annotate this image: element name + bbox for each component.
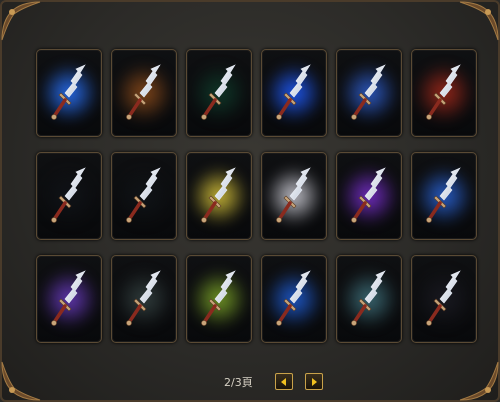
weapon-skin-card[interactable]: [36, 255, 102, 343]
weapon-skin-card[interactable]: [261, 49, 327, 137]
weapon-skin-card[interactable]: [111, 255, 177, 343]
sword-icon: [126, 167, 161, 223]
sword-icon: [126, 64, 161, 120]
weapon-skin-card[interactable]: [261, 255, 327, 343]
sword-icon: [51, 270, 86, 326]
weapon-skin-card[interactable]: [411, 152, 477, 240]
weapon-skin-card[interactable]: [186, 255, 252, 343]
sword-icon: [201, 270, 236, 326]
weapon-skin-grid: [36, 49, 477, 343]
weapon-skin-card[interactable]: [411, 49, 477, 137]
ornament-corner-icon: [459, 1, 499, 41]
weapon-skin-card[interactable]: [36, 49, 102, 137]
sword-icon: [426, 167, 461, 223]
sword-icon: [51, 64, 86, 120]
ornament-corner-icon: [1, 361, 41, 401]
skin-selection-panel: 2/3頁: [0, 0, 500, 402]
pagination: 2/3頁: [224, 373, 323, 390]
sword-icon: [276, 270, 311, 326]
weapon-skin-card[interactable]: [411, 255, 477, 343]
sword-icon: [276, 167, 311, 223]
sword-icon: [201, 167, 236, 223]
prev-page-button[interactable]: [274, 373, 293, 390]
chevron-right-icon: [311, 377, 317, 386]
sword-icon: [351, 167, 386, 223]
weapon-skin-card[interactable]: [36, 152, 102, 240]
weapon-skin-card[interactable]: [186, 152, 252, 240]
sword-icon: [51, 167, 86, 223]
sword-icon: [426, 64, 461, 120]
weapon-skin-card[interactable]: [336, 255, 402, 343]
ornament-corner-icon: [459, 361, 499, 401]
sword-icon: [351, 270, 386, 326]
sword-icon: [351, 64, 386, 120]
weapon-skin-card[interactable]: [111, 152, 177, 240]
weapon-skin-card[interactable]: [186, 49, 252, 137]
sword-icon: [201, 64, 236, 120]
ornament-corner-icon: [1, 1, 41, 41]
sword-icon: [276, 64, 311, 120]
sword-icon: [126, 270, 161, 326]
weapon-skin-card[interactable]: [336, 49, 402, 137]
next-page-button[interactable]: [304, 373, 323, 390]
weapon-skin-card[interactable]: [336, 152, 402, 240]
chevron-left-icon: [280, 377, 286, 386]
weapon-skin-card[interactable]: [111, 49, 177, 137]
page-indicator: 2/3頁: [224, 375, 253, 389]
sword-icon: [426, 270, 461, 326]
weapon-skin-card[interactable]: [261, 152, 327, 240]
